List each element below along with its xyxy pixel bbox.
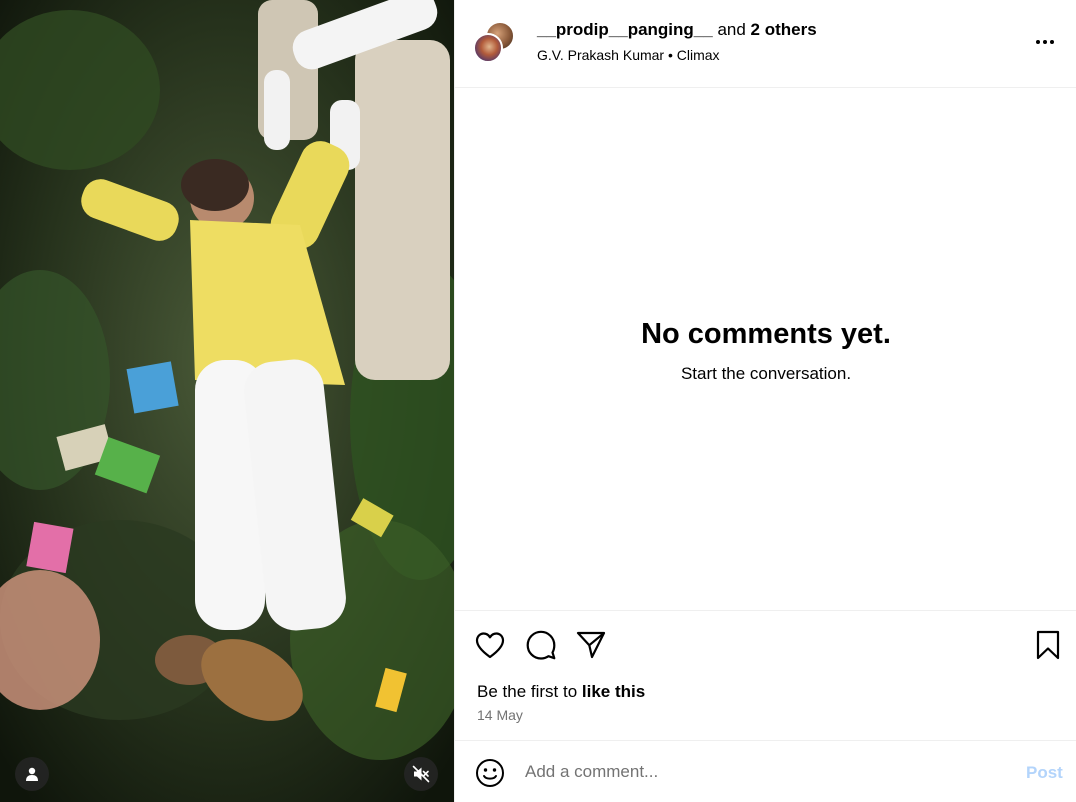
more-dot — [1036, 40, 1040, 44]
comment-button[interactable] — [525, 629, 557, 661]
emoji-picker-button[interactable] — [475, 758, 505, 788]
more-options-button[interactable] — [1032, 30, 1058, 54]
tagged-users-button[interactable] — [15, 757, 49, 791]
mute-toggle-button[interactable] — [404, 757, 438, 791]
bookmark-icon — [1036, 630, 1060, 660]
post-date[interactable]: 14 May — [477, 707, 523, 724]
post-header: __prodip__panging__ and 2 others G.V. Pr… — [455, 0, 1076, 88]
post-video-frame — [0, 0, 454, 802]
smiley-icon — [476, 759, 504, 787]
more-dot — [1043, 40, 1047, 44]
empty-comments-title: No comments yet. — [641, 318, 891, 350]
author-line: __prodip__panging__ and 2 others — [537, 20, 817, 40]
muted-speaker-icon — [412, 765, 430, 783]
save-button[interactable] — [1032, 629, 1064, 661]
and-text: and — [717, 20, 746, 39]
share-button[interactable] — [575, 629, 607, 661]
like-button[interactable] — [474, 629, 506, 661]
like-this-link[interactable]: like this — [582, 682, 645, 701]
collaborators-link[interactable]: 2 others — [751, 20, 817, 39]
post-actions: Be the first to like this 14 May — [455, 610, 1076, 740]
likes-summary: Be the first to like this — [477, 682, 645, 702]
author-username-link[interactable]: __prodip__panging__ — [537, 20, 713, 39]
audio-attribution-link[interactable]: G.V. Prakash Kumar • Climax — [537, 47, 720, 64]
paper-plane-icon — [576, 631, 606, 659]
comment-bubble-icon — [526, 630, 556, 660]
post-details-panel: __prodip__panging__ and 2 others G.V. Pr… — [454, 0, 1076, 802]
tag-user-icon — [26, 767, 38, 781]
avatar[interactable] — [473, 33, 503, 63]
post-comment-button[interactable]: Post — [1026, 763, 1063, 783]
more-dot — [1050, 40, 1054, 44]
comment-input[interactable] — [525, 759, 1005, 785]
collab-avatars[interactable] — [473, 21, 519, 65]
heart-icon — [475, 632, 505, 659]
add-comment-bar: Post — [455, 740, 1076, 802]
comments-section: No comments yet. Start the conversation. — [455, 89, 1076, 610]
likes-prefix: Be the first to — [477, 682, 578, 701]
post-media[interactable] — [0, 0, 454, 802]
empty-comments-subtitle: Start the conversation. — [680, 364, 852, 383]
